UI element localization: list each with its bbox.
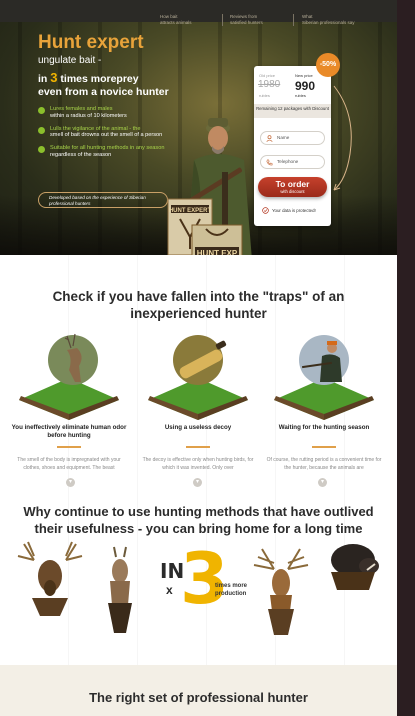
hero-headline: in 3 times moreprey even from a novice h… bbox=[38, 71, 208, 99]
name-field[interactable]: Name bbox=[260, 131, 325, 145]
times-text: times more production bbox=[215, 583, 248, 597]
traps-title: Check if you have fallen into the "traps… bbox=[52, 289, 345, 321]
hero-title: Hunt expert bbox=[38, 32, 144, 53]
order-button-sublabel: with discount bbox=[280, 189, 305, 194]
divider bbox=[312, 446, 336, 448]
benefit-text: smell of bait drowns out the smell of a … bbox=[50, 132, 163, 139]
roe-deer-trophy-image bbox=[108, 546, 132, 633]
red-deer-trophy-image bbox=[253, 548, 309, 635]
times-more-badge: IN x 3 times more production bbox=[160, 539, 250, 619]
product-box-image: HUNT EXPERT HUNT EXP bbox=[167, 198, 243, 255]
landing-page: Hunt expert ungulate bait - in 3 times m… bbox=[0, 0, 397, 716]
remaining-notice: Remaining 12 packages with Discount bbox=[254, 104, 331, 118]
big-number: 3 bbox=[180, 538, 229, 620]
methods-title: Why continue to use hunting methods that… bbox=[23, 504, 374, 536]
trap-image-odor bbox=[15, 330, 123, 420]
nav-link-professionals[interactable]: What Siberian professionals say bbox=[302, 14, 355, 25]
name-placeholder: Name bbox=[277, 135, 290, 140]
expand-icon[interactable]: ▾ bbox=[66, 478, 75, 487]
page-edge bbox=[397, 0, 415, 716]
x-label: x bbox=[166, 583, 173, 597]
boar-trophy-image bbox=[331, 544, 379, 590]
divider bbox=[57, 446, 81, 448]
headline-post: even from a novice hunter bbox=[38, 86, 169, 98]
data-protected-note: Your data is protected! bbox=[262, 207, 316, 214]
benefit-item: Lures females and males within a radius … bbox=[38, 106, 168, 120]
benefit-item: Suitable for all hunting methods in any … bbox=[38, 145, 168, 159]
order-form: Old price 1980 rubles New price 990 rubl… bbox=[254, 66, 331, 226]
nav-link-reviews[interactable]: Reviews from satisfied hunters bbox=[230, 14, 263, 25]
nav-link-line: attracts animals bbox=[160, 19, 192, 25]
elk-trophy-image bbox=[17, 541, 83, 616]
old-price-currency: rubles bbox=[259, 93, 270, 98]
headline-pre: in bbox=[38, 73, 51, 85]
new-price-label: New price bbox=[295, 73, 313, 78]
expand-icon[interactable]: ▾ bbox=[193, 478, 202, 487]
trap-image-season bbox=[270, 330, 378, 420]
divider bbox=[186, 446, 210, 448]
old-price: 1980 bbox=[258, 79, 281, 90]
svg-text:HUNT EXP: HUNT EXP bbox=[197, 249, 238, 255]
trap-caption: Waiting for the hunting season bbox=[278, 424, 370, 431]
trap-description: The smell of the body is impregnated wit… bbox=[17, 457, 121, 471]
benefit-highlight: Lulls the vigilance of the animal - the bbox=[50, 125, 141, 132]
phone-icon bbox=[266, 159, 273, 166]
user-icon bbox=[266, 135, 273, 142]
check-icon bbox=[38, 126, 45, 134]
nav-link-line: satisfied hunters bbox=[230, 19, 263, 25]
benefit-list: Lures females and males within a radius … bbox=[38, 106, 168, 165]
professional-set-section: The right set of professional hunter bbox=[0, 665, 397, 716]
svg-text:HUNT EXPERT: HUNT EXPERT bbox=[169, 208, 212, 214]
trap-caption: You ineffectively eliminate human odor b… bbox=[11, 424, 127, 439]
trap-description: The decoy is effective only when hunting… bbox=[142, 457, 254, 471]
phone-field[interactable]: Telephone bbox=[260, 155, 325, 169]
benefit-highlight: Lures females and males bbox=[50, 106, 113, 112]
nav-link-bait[interactable]: How bait attracts animals bbox=[160, 14, 192, 25]
check-icon bbox=[38, 107, 45, 114]
curved-arrow-icon bbox=[333, 85, 352, 191]
discount-badge: -50% bbox=[316, 53, 340, 77]
benefit-text: regardless of the season bbox=[50, 151, 112, 158]
hero-subtitle: ungulate bait - bbox=[38, 55, 102, 66]
expand-icon[interactable]: ▾ bbox=[318, 478, 327, 487]
check-icon bbox=[38, 146, 45, 154]
developed-note: Developed based on the experience of Sib… bbox=[38, 192, 168, 208]
protected-text: Your data is protected! bbox=[272, 208, 316, 213]
shield-check-icon bbox=[262, 207, 269, 214]
benefit-highlight: Suitable for all hunting methods in any … bbox=[50, 145, 165, 152]
benefit-text: within a radius of 10 kilometers bbox=[50, 112, 127, 119]
benefit-item: Lulls the vigilance of the animal - the … bbox=[38, 126, 168, 140]
trap-image-decoy bbox=[144, 330, 252, 420]
new-price: 990 bbox=[295, 79, 316, 93]
nav-link-line: Siberian professionals say bbox=[302, 19, 355, 25]
old-price-label: Old price bbox=[259, 73, 276, 78]
nav-divider bbox=[222, 14, 223, 26]
nav-divider bbox=[293, 14, 294, 26]
professional-set-title: The right set of professional hunter bbox=[89, 690, 308, 705]
order-button-label: To order bbox=[275, 179, 310, 189]
trap-caption: Using a useless decoy bbox=[164, 424, 232, 431]
new-price-currency: rubles bbox=[295, 93, 306, 98]
headline-mid: times moreprey bbox=[57, 73, 139, 85]
trap-description: Of course, the rutting period is a conve… bbox=[266, 457, 382, 471]
phone-placeholder: Telephone bbox=[277, 159, 299, 164]
order-button[interactable]: To order with discount bbox=[258, 177, 327, 197]
